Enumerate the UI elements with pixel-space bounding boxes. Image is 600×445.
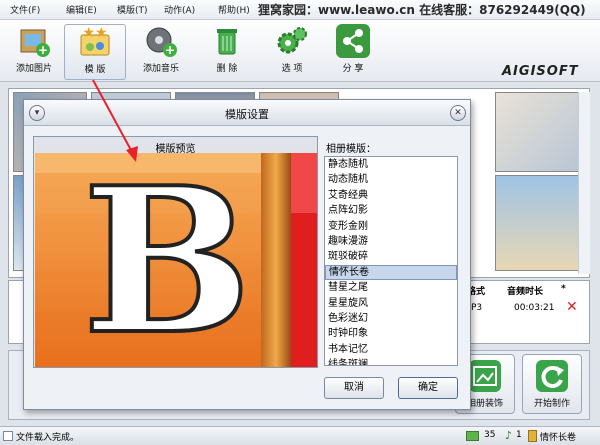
template-settings-dialog: ▾ 模版设置 ✕ 模版预览 B 相册模版： 静态随机 动态随机 艾奇经典 点阵幻… xyxy=(23,99,471,410)
banner-text: 狸窝家园：www.leawo.cn 在线客服：876292449(QQ) xyxy=(258,3,586,17)
track-format: P3 xyxy=(471,303,483,313)
add-music-icon: + xyxy=(144,24,178,58)
template-item[interactable]: 书本记忆 xyxy=(325,342,457,357)
status-indicator-icon xyxy=(3,431,13,441)
share-button[interactable]: 分 享 xyxy=(322,24,384,80)
template-item[interactable]: 点阵幻影 xyxy=(325,203,457,218)
image-count-icon xyxy=(466,431,479,441)
image-count: 35 xyxy=(484,430,496,440)
template-preview-panel: 模版预览 B xyxy=(33,136,318,381)
template-item[interactable]: 时钟印象 xyxy=(325,326,457,341)
start-making-button[interactable]: 开始制作 xyxy=(522,354,582,414)
svg-text:+: + xyxy=(38,43,48,57)
music-count-icon: ♪ xyxy=(505,429,513,442)
template-item[interactable]: 斑驳破碎 xyxy=(325,249,457,264)
status-bar: 文件载入完成。 35 ♪ 1 情怀长卷 xyxy=(0,426,600,445)
template-item[interactable]: 趣味漫游 xyxy=(325,234,457,249)
template-button[interactable]: ★★ 模 版 xyxy=(64,24,126,80)
music-count: 1 xyxy=(516,430,522,440)
dialog-title: 模版设置 xyxy=(225,108,269,121)
refresh-arrow-icon xyxy=(536,360,568,392)
menu-bar: 文件(F) 编辑(E) 模版(T) 动作(A) 帮助(H) 狸窝家园：www.l… xyxy=(0,0,600,20)
template-item[interactable]: 艾奇经典 xyxy=(325,188,457,203)
add-image-button[interactable]: + 添加图片 xyxy=(3,24,65,80)
gear-icon xyxy=(275,24,309,58)
trash-icon xyxy=(210,24,244,58)
svg-text:+: + xyxy=(165,43,175,57)
menu-action[interactable]: 动作(A) xyxy=(164,3,195,16)
template-preview-image: B xyxy=(35,142,317,381)
cancel-button[interactable]: 取消 xyxy=(324,377,384,399)
dialog-title-bar[interactable]: ▾ 模版设置 ✕ xyxy=(24,100,470,126)
delete-button[interactable]: 删 除 xyxy=(196,24,258,80)
duration-column-header: 音频时长 xyxy=(507,287,544,297)
template-item[interactable]: 动态随机 xyxy=(325,172,457,187)
photo-thumbnail[interactable] xyxy=(495,92,579,172)
aigisoft-logo: AIGISOFT xyxy=(502,64,579,79)
delete-column-header: * xyxy=(561,284,566,294)
template-list-label: 相册模版： xyxy=(326,144,376,155)
template-item-selected[interactable]: 情怀长卷 xyxy=(325,264,457,281)
toolbar: + 添加图片 ★★ 模 版 + 添加音乐 删 除 选 项 分 享 AIGISOF… xyxy=(0,20,600,82)
template-icon: ★★ xyxy=(78,25,112,59)
template-item[interactable]: 静态随机 xyxy=(325,157,457,172)
options-button[interactable]: 选 项 xyxy=(261,24,323,80)
add-image-icon: + xyxy=(17,24,51,58)
menu-edit[interactable]: 编辑(E) xyxy=(66,3,97,16)
menu-help[interactable]: 帮助(H) xyxy=(218,3,250,16)
ok-button[interactable]: 确定 xyxy=(398,377,458,399)
template-status-icon xyxy=(528,430,537,442)
template-item[interactable]: 星星旋风 xyxy=(325,296,457,311)
close-icon[interactable]: ✕ xyxy=(450,105,466,121)
template-list[interactable]: 静态随机 动态随机 艾奇经典 点阵幻影 变形金刚 趣味漫游 斑驳破碎 情怀长卷 … xyxy=(324,156,458,366)
status-message: 文件载入完成。 xyxy=(16,433,80,443)
current-template: 情怀长卷 xyxy=(540,433,577,443)
svg-text:★★: ★★ xyxy=(82,25,107,41)
template-item[interactable]: 色彩迷幻 xyxy=(325,311,457,326)
share-icon xyxy=(336,24,370,58)
remove-track-icon[interactable]: ✕ xyxy=(566,299,578,315)
template-item[interactable]: 彗星之尾 xyxy=(325,280,457,295)
workspace-scrollbar[interactable] xyxy=(578,92,590,274)
picture-frame-icon xyxy=(469,360,501,392)
template-item[interactable]: 变形金刚 xyxy=(325,219,457,234)
menu-template[interactable]: 模版(T) xyxy=(117,3,148,16)
menu-file[interactable]: 文件(F) xyxy=(10,3,40,16)
template-item[interactable]: 线条斑斓 xyxy=(325,357,457,365)
photo-thumbnail[interactable] xyxy=(495,175,579,271)
preview-letter: B xyxy=(82,153,251,367)
track-duration: 00:03:21 xyxy=(514,303,555,313)
add-music-button[interactable]: + 添加音乐 xyxy=(130,24,192,80)
